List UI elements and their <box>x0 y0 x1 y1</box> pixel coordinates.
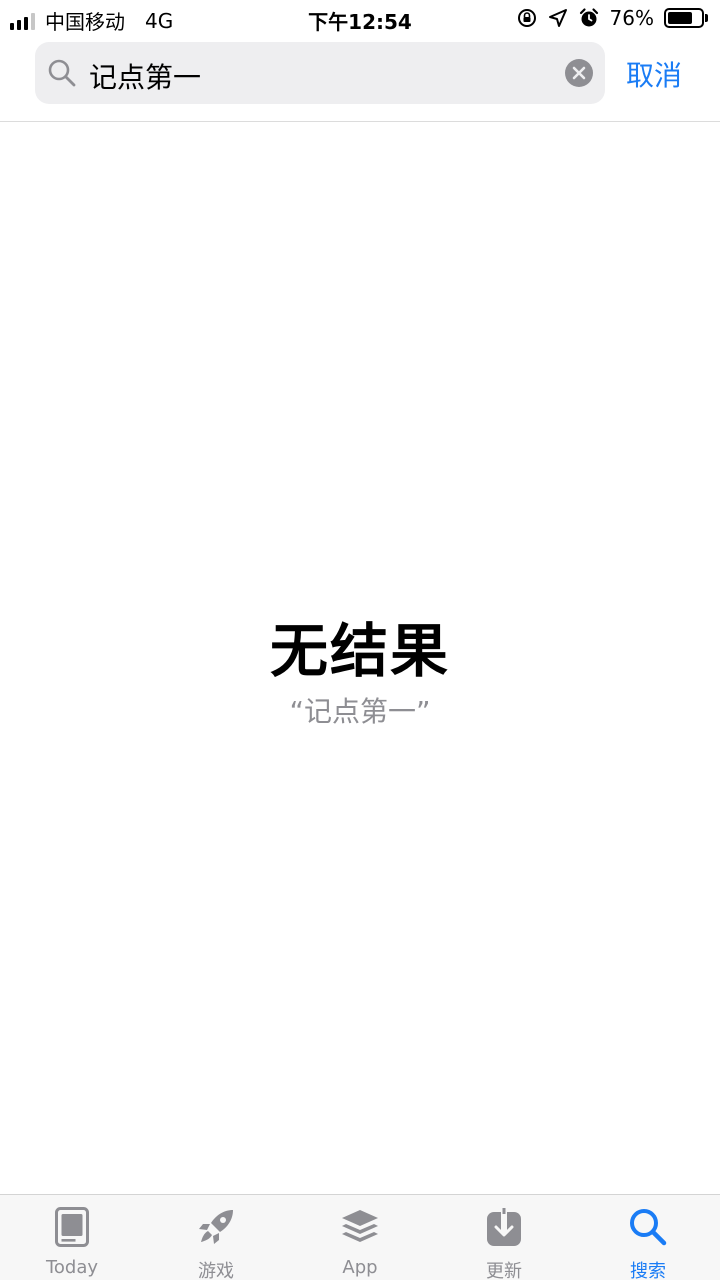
app-store-search-screen: 中国移动 4G 下午12:54 76% 记点第一 取消 无结果 “记点第一” T… <box>0 0 720 1280</box>
battery-percent: 76% <box>609 6 654 30</box>
search-icon <box>630 1209 667 1246</box>
search-input[interactable]: 记点第一 <box>89 56 201 96</box>
search-header: 记点第一 取消 <box>0 36 720 122</box>
today-icon <box>55 1207 89 1247</box>
clear-search-button[interactable] <box>565 59 593 87</box>
tab-label: Today <box>45 1257 99 1278</box>
close-icon <box>572 66 586 80</box>
layers-icon <box>342 1210 378 1242</box>
tab-search[interactable]: 搜索 <box>576 1195 720 1280</box>
status-bar: 中国移动 4G 下午12:54 76% <box>0 0 720 36</box>
alarm-icon <box>579 8 598 27</box>
cancel-button[interactable]: 取消 <box>626 54 682 94</box>
tab-apps[interactable]: App <box>288 1195 432 1280</box>
rocket-icon <box>199 1210 233 1244</box>
tab-bar: Today 游戏 App 更新 搜索 <box>0 1194 720 1280</box>
tab-label: 游戏 <box>198 1261 234 1280</box>
download-icon <box>487 1208 521 1246</box>
tab-today[interactable]: Today <box>0 1195 144 1280</box>
no-results-title: 无结果 <box>269 617 450 685</box>
tab-games[interactable]: 游戏 <box>144 1195 288 1280</box>
search-icon <box>48 59 76 87</box>
tab-updates[interactable]: 更新 <box>432 1195 576 1280</box>
tab-label: App <box>342 1257 378 1278</box>
location-arrow-icon <box>548 9 567 27</box>
tab-label: 搜索 <box>630 1261 666 1280</box>
search-field[interactable]: 记点第一 <box>35 42 605 104</box>
status-right: 76% <box>516 6 708 30</box>
battery-icon <box>664 8 708 28</box>
tab-label: 更新 <box>486 1261 522 1280</box>
rotation-lock-icon <box>517 9 536 27</box>
no-results-query: “记点第一” <box>289 695 431 728</box>
